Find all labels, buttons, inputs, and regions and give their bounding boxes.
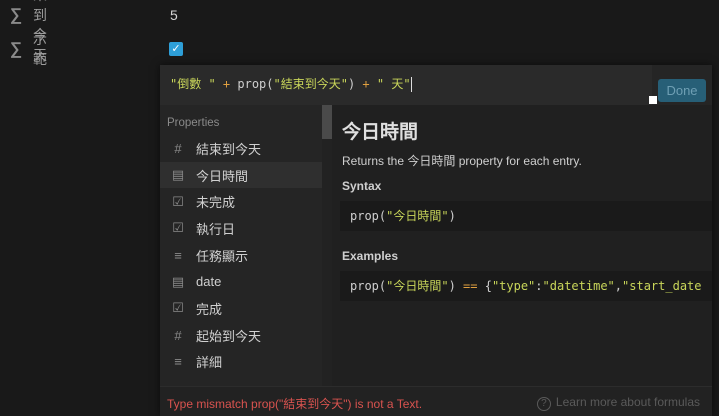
string-token: "倒數 " [170, 77, 216, 91]
error-message: Type mismatch prop("結束到今天") is not a Tex… [167, 397, 423, 411]
learn-more-label: Learn more about formulas [555, 395, 700, 409]
property-item-label: 任務顯示 [196, 248, 249, 264]
help-icon: ? [536, 397, 551, 411]
property-item[interactable]: ≡ 詳細 [160, 349, 322, 376]
property-item[interactable]: ▤ date [160, 268, 322, 295]
function-token: prop( [350, 279, 387, 293]
checkbox-icon: ☑ [172, 193, 184, 209]
checkbox-checked[interactable]: ✓ [169, 42, 183, 56]
string-token: "今日時間" [386, 279, 449, 293]
property-item-label: 今日時間 [196, 168, 249, 184]
resize-handle[interactable] [649, 96, 657, 104]
property-item[interactable]: # 結束到今天 [160, 135, 322, 162]
property-item-label: 起始到今天 [196, 328, 262, 344]
operator-token: == [463, 279, 478, 293]
text-icon: ≡ [174, 354, 182, 370]
paren-token: ) [448, 209, 456, 223]
property-item-label: 完成 [196, 301, 223, 317]
properties-header: Properties [167, 117, 220, 129]
property-item[interactable]: ▤ 今日時間 [160, 161, 322, 189]
scrollbar[interactable] [322, 105, 332, 386]
property-item-label: date [196, 274, 222, 290]
sigma-icon: ∑ [10, 39, 23, 58]
property-item-label: 詳細 [196, 355, 223, 371]
string-token: "今日時間" [386, 209, 449, 223]
string-token: "結束到今天" [273, 77, 348, 91]
calendar-icon: ▤ [171, 273, 185, 289]
detail-description: Returns the 今日時間 property for each entry… [342, 154, 582, 168]
number-icon: # [174, 327, 182, 343]
property-item[interactable]: ☑ 執行日 [160, 215, 322, 242]
function-token: prop( [350, 209, 387, 223]
string-token: "type" [491, 279, 536, 293]
checkbox-icon: ☑ [172, 300, 184, 316]
done-button[interactable]: Done [658, 79, 706, 102]
properties-list: Properties # 結束到今天 ▤ 今日時間 ☑ 未完成 ☑ 執行日 ≡ 任務顯示 ▤ date… [160, 107, 322, 386]
sigma-icon: ∑ [10, 5, 23, 24]
string-token: "datetime" [542, 279, 615, 293]
property-value[interactable]: 5 [170, 7, 178, 23]
text-caret [410, 77, 412, 92]
operator-token: + [355, 77, 377, 91]
property-item[interactable]: ☑ 未完成 [160, 188, 322, 215]
function-token: prop( [237, 77, 274, 91]
comma-token: , [614, 279, 623, 293]
property-item[interactable]: ☑ 完成 [160, 295, 322, 322]
text-icon: ≡ [174, 247, 182, 263]
example-code: prop("今日時間") == {"type":"datetime","star… [340, 271, 712, 301]
examples-heading: Examples [342, 249, 399, 263]
brace-token: { [477, 279, 492, 293]
string-token: "start_date [622, 279, 702, 293]
paren-token: ) [448, 279, 464, 293]
detail-title: 今日時間 [342, 122, 419, 143]
scrollbar-thumb[interactable] [322, 105, 332, 139]
checkbox-icon: ☑ [172, 220, 184, 236]
syntax-code: prop("今日時間") [340, 201, 712, 231]
property-label: 示範 [33, 31, 47, 67]
operator-token: + [215, 77, 238, 91]
colon-token: : [535, 279, 543, 293]
syntax-heading: Syntax [342, 179, 382, 193]
number-icon: # [174, 140, 182, 156]
learn-more-link[interactable]: ? Learn more about formulas [536, 395, 700, 411]
property-item-label: 結束到今天 [196, 141, 262, 157]
property-item[interactable]: # 起始到今天 [160, 322, 322, 349]
property-item-label: 未完成 [196, 195, 236, 211]
string-token: " 天" [376, 77, 411, 91]
property-item[interactable]: ≡ 任務顯示 [160, 242, 322, 269]
property-item-label: 執行日 [196, 221, 236, 237]
formula-input[interactable]: "倒數 " + prop("結束到今天") + " 天" [160, 65, 652, 105]
calendar-icon: ▤ [171, 167, 185, 183]
popup-footer: Type mismatch prop("結束到今天") is not a Tex… [160, 386, 712, 416]
detail-panel: 今日時間 Returns the 今日時間 property for each … [332, 105, 712, 386]
formula-popup: "倒數 " + prop("結束到今天") + " 天" Done Proper… [160, 65, 712, 416]
